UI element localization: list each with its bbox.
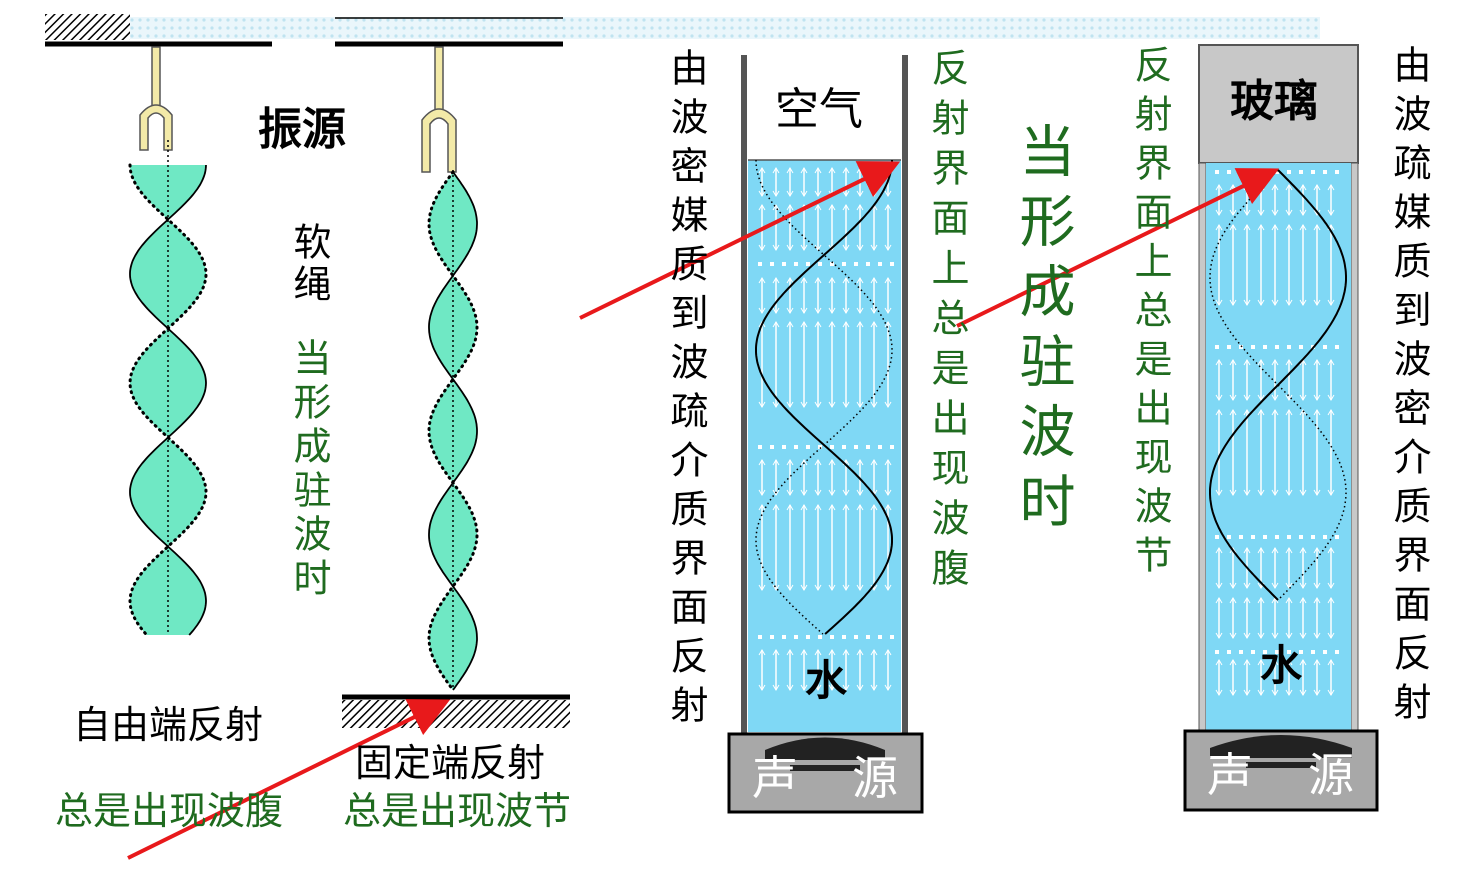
free-end-result: 总是出现波腹 [55, 789, 284, 833]
dense-to-sparse-note: 由波密媒质到波疏介质界面反射 [664, 48, 708, 734]
sound-source-label: 声 [1207, 748, 1253, 802]
sound-source-label: 源 [852, 751, 898, 805]
node-at-interface-note: 反射界面上总是出现波节 [1128, 45, 1172, 584]
standing-wave-note-left: 当形成驻波时 [287, 338, 331, 602]
free-end-label: 自由端反射 [73, 703, 264, 747]
fixed-end-result: 总是出现波节 [343, 789, 572, 833]
sparse-to-dense-note: 由波疏媒质到波密介质界面反射 [1387, 45, 1431, 731]
fixed-end-label: 固定端反射 [355, 741, 546, 785]
free-end-standing-wave [128, 140, 208, 637]
glass-label: 玻璃 [1230, 76, 1318, 127]
antinode-at-interface-note: 反射界面上总是出现波腹 [925, 48, 969, 598]
tuning-fork-icon [139, 46, 173, 151]
tube-glass-water [1198, 44, 1359, 731]
fixed-end-standing-wave [427, 170, 479, 692]
standing-wave-note-middle: 当形成驻波时 [1010, 122, 1075, 542]
air-label: 空气 [775, 84, 863, 135]
source-label: 振源 [258, 104, 346, 155]
rope-label: 软绳 [287, 222, 331, 306]
sound-source-label: 源 [1308, 748, 1354, 802]
tube-air-water [741, 55, 908, 733]
sound-source-label: 声 [752, 751, 798, 805]
top-strip [130, 17, 1320, 39]
tuning-fork-icon [421, 46, 457, 173]
water-label: 水 [1260, 641, 1303, 690]
water-label: 水 [805, 656, 848, 705]
fixed-end-floor [342, 694, 570, 728]
